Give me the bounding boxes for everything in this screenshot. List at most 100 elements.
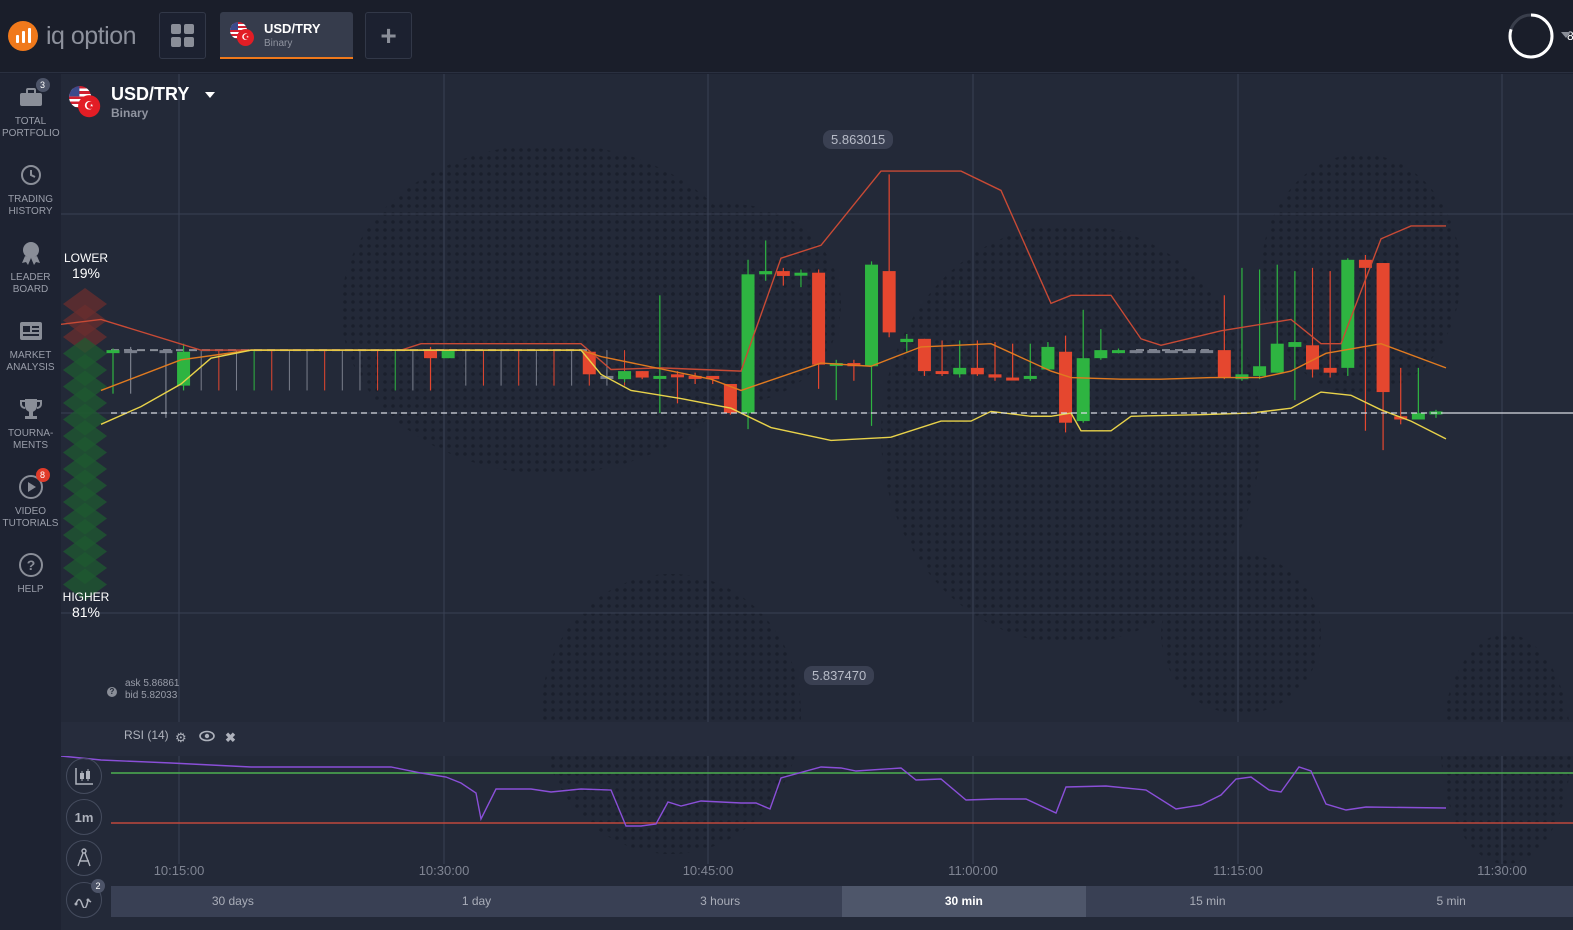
price-chart[interactable] [61, 74, 1573, 930]
candle-body [1006, 377, 1020, 381]
candle-body [441, 350, 455, 359]
period-5-min[interactable]: 5 min [1329, 886, 1573, 917]
period-1-day[interactable]: 1 day [355, 886, 599, 917]
candle-body [424, 350, 438, 359]
period-30-min[interactable]: 30 min [842, 886, 1086, 917]
candle-body [124, 350, 138, 354]
bid-price: bid 5.82033 [125, 690, 178, 701]
candle-body [794, 272, 808, 276]
candle-body [670, 374, 684, 378]
logo[interactable]: iq option [8, 21, 137, 51]
indicators-button[interactable]: 2 [66, 879, 105, 918]
candle-body [159, 350, 173, 354]
award-icon [18, 240, 44, 266]
rsi-panel-header [61, 722, 1573, 756]
candlestick-icon [75, 768, 93, 785]
chart-type-button[interactable] [66, 758, 102, 794]
world-map-texture [541, 574, 801, 854]
sidebar-item-trading-history[interactable]: TRADING HISTORY [0, 162, 61, 218]
ask-price: ask 5.86861 [125, 678, 180, 689]
sidebar-item-tournaments[interactable]: TOURNA-MENTS [0, 396, 61, 452]
candle-body [970, 367, 984, 375]
high-price-tag: 5.863015 [823, 130, 894, 149]
candle-body [917, 338, 931, 372]
time-label: 11:00:00 [948, 863, 998, 878]
asset-tab-name: USD/TRY [264, 21, 321, 36]
sidebar-item-label: HELP [17, 584, 44, 595]
candle-body [1200, 350, 1214, 354]
profit-percent-indicator[interactable]: 80% [1507, 12, 1573, 60]
candle-body [1041, 346, 1055, 370]
sidebar-item-label: TRADING HISTORY [8, 194, 53, 217]
timeframe-button[interactable]: 1m [66, 799, 102, 835]
add-tab-button[interactable]: + [365, 12, 412, 59]
higher-percent: 81% [71, 604, 101, 620]
low-price-tag: 5.837470 [804, 666, 875, 685]
chart-asset-name: USD/TRY [111, 84, 190, 104]
trophy-icon [18, 396, 44, 422]
candle-body [1129, 350, 1143, 354]
sidebar-item-help[interactable]: ? HELP [0, 552, 61, 596]
candle-body [741, 274, 755, 414]
candle-body [1076, 358, 1090, 422]
gear-icon[interactable]: ⚙ [175, 730, 187, 746]
briefcase-icon: 3 [18, 78, 50, 110]
time-label: 11:30:00 [1477, 863, 1527, 878]
candle-body [618, 371, 632, 380]
logo-icon [8, 21, 38, 51]
caret-down-icon[interactable] [205, 92, 215, 98]
period-30-days[interactable]: 30 days [111, 886, 355, 917]
chart-area[interactable]: ☪ USD/TRY Binary LOWER 19% HIGHER 81% 5.… [61, 74, 1573, 930]
candle-body [1376, 263, 1390, 393]
sidebar-item-label: LEADER BOARD [10, 272, 51, 295]
time-label: 10:45:00 [682, 863, 734, 878]
lower-label: LOWER [63, 251, 108, 265]
sidebar-item-label: MARKET ANALYSIS [6, 350, 55, 373]
play-icon: 8 [18, 468, 50, 500]
grid-icon [171, 24, 194, 47]
candle-body [177, 351, 191, 386]
candle-body [1059, 351, 1073, 423]
sidebar-item-video-tutorials[interactable]: 8 VIDEO TUTORIALS [0, 468, 61, 530]
period-15-min[interactable]: 15 min [1086, 886, 1330, 917]
candle-body [759, 271, 773, 275]
world-map-texture [621, 204, 841, 404]
candle-body [988, 374, 1002, 378]
candle-body [953, 367, 967, 375]
logo-text: iq option [46, 21, 137, 50]
candle-body [865, 264, 879, 367]
sidebar-item-total-portfolio[interactable]: 3 TOTAL PORTFOLIO [0, 78, 61, 140]
time-label: 10:30:00 [418, 863, 470, 878]
candle-body [1235, 374, 1249, 380]
eye-icon[interactable] [199, 730, 215, 745]
drawing-tools-button[interactable] [66, 840, 102, 876]
asset-tab-usd-try[interactable]: ☪ USD/TRY Binary [220, 12, 353, 59]
period-selector: 30 days 1 day 3 hours 30 min 15 min 5 mi… [111, 886, 1573, 917]
help-icon: ? [18, 552, 44, 578]
candle-body [812, 272, 826, 365]
video-badge: 8 [35, 468, 50, 482]
newspaper-icon [18, 318, 44, 344]
world-map-texture [1161, 554, 1321, 714]
all-assets-button[interactable] [159, 12, 206, 59]
lower-sentiment: LOWER 19% [61, 251, 111, 281]
chevron-down-icon[interactable] [1561, 32, 1571, 38]
world-map-texture [1261, 154, 1461, 394]
sidebar-item-market-analysis[interactable]: MARKET ANALYSIS [0, 318, 61, 374]
candle-body [1111, 350, 1125, 354]
svg-text:?: ? [26, 557, 35, 573]
help-icon[interactable]: ? [107, 687, 117, 697]
candle-body [1164, 350, 1178, 354]
candle-body [653, 375, 667, 379]
candle-body [1023, 375, 1037, 379]
plus-icon: + [380, 19, 397, 51]
period-3-hours[interactable]: 3 hours [598, 886, 842, 917]
chart-asset-type: Binary [111, 106, 149, 120]
sidebar-item-leader-board[interactable]: LEADER BOARD [0, 240, 61, 296]
close-icon[interactable]: ✖ [225, 730, 236, 746]
ask-bid-readout: ask 5.86861 bid 5.82033 [125, 678, 180, 702]
top-bar: iq option ☪ USD/TRY Binary + 80% [0, 0, 1573, 73]
indicators-icon [74, 898, 92, 908]
sidebar-item-label: VIDEO TUTORIALS [2, 506, 59, 529]
higher-label: HIGHER [62, 590, 110, 604]
